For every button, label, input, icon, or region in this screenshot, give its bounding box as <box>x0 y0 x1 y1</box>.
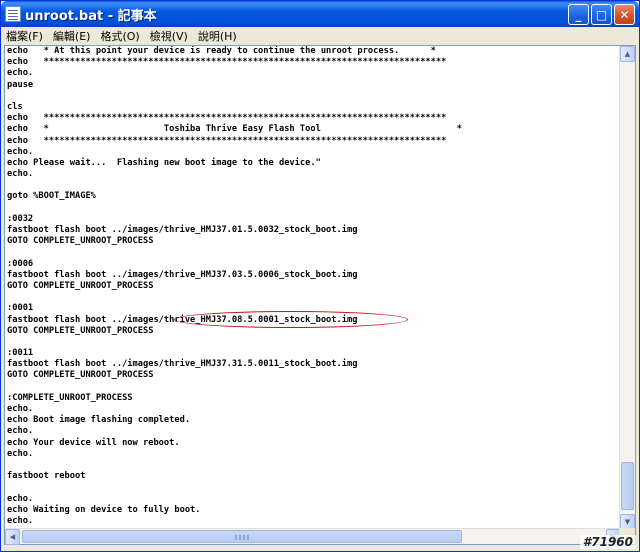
minimize-button[interactable]: _ <box>568 4 589 25</box>
text-line: echo. <box>7 493 34 504</box>
text-line: :0006 <box>7 258 34 269</box>
text-line: echo. <box>7 169 34 180</box>
text-line: GOTO COMPLETE_UNROOT_PROCESS <box>7 280 154 291</box>
horizontal-scrollbar[interactable]: ◀ ▶ <box>5 528 621 545</box>
text-editor[interactable]: echo * At this point your device is read… <box>4 45 636 545</box>
text-line: cls <box>7 101 23 112</box>
text-line <box>7 91 621 102</box>
text-line: fastboot flash boot ../images/thrive_HMJ… <box>7 269 358 280</box>
scroll-up-icon[interactable]: ▲ <box>620 46 635 62</box>
text-line <box>7 337 621 348</box>
horizontal-scroll-thumb[interactable] <box>22 530 462 543</box>
text-line: :0001 <box>7 303 34 314</box>
text-line: echo ***********************************… <box>7 135 447 146</box>
title-bar[interactable]: unroot.bat - 記事本 _ □ ✕ <box>1 1 639 27</box>
text-line: GOTO COMPLETE_UNROOT_PROCESS <box>7 325 154 336</box>
window-title: unroot.bat - 記事本 <box>25 8 157 24</box>
text-line <box>7 292 621 303</box>
text-line: goto %BOOT_IMAGE% <box>7 191 96 202</box>
text-line: GOTO COMPLETE_UNROOT_PROCESS <box>7 370 154 381</box>
text-line: GOTO COMPLETE_UNROOT_PROCESS <box>7 236 154 247</box>
text-line: echo. <box>7 146 34 157</box>
text-line: pause <box>7 79 34 90</box>
text-content[interactable]: echo * At this point your device is read… <box>5 46 621 530</box>
text-line: fastboot flash boot ../images/thrive_HMJ… <box>7 359 358 370</box>
maximize-button[interactable]: □ <box>591 4 612 25</box>
text-line <box>7 203 621 214</box>
text-line: fastboot reboot <box>7 471 86 482</box>
text-line: :0011 <box>7 348 34 359</box>
text-line: echo Your device will now reboot. <box>7 437 180 448</box>
scroll-left-icon[interactable]: ◀ <box>5 529 20 545</box>
notepad-icon[interactable] <box>5 6 21 22</box>
vertical-scroll-thumb[interactable] <box>621 462 634 510</box>
text-line <box>7 180 621 191</box>
text-line <box>7 382 621 393</box>
text-line <box>7 460 621 471</box>
watermark: #71960 <box>579 535 636 549</box>
menu-edit[interactable]: 編輯(E) <box>48 28 96 44</box>
text-line <box>7 482 621 493</box>
text-line <box>7 247 621 258</box>
text-line: echo Boot image flashing completed. <box>7 415 191 426</box>
text-line: echo. <box>7 448 34 459</box>
text-line: echo ***********************************… <box>7 113 447 124</box>
text-line: echo ***********************************… <box>7 57 447 68</box>
text-line: echo. <box>7 68 34 79</box>
text-line: echo * At this point your device is read… <box>7 46 436 56</box>
menu-help[interactable]: 說明(H) <box>193 28 242 44</box>
text-line: fastboot flash boot ../images/thrive_HMJ… <box>7 225 358 235</box>
text-line: :0032 <box>7 213 34 224</box>
text-line: echo. <box>7 404 34 414</box>
menu-file[interactable]: 檔案(F) <box>1 28 48 44</box>
menu-format[interactable]: 格式(O) <box>95 28 144 44</box>
menu-bar: 檔案(F) 編輯(E) 格式(O) 檢視(V) 說明(H) <box>1 27 639 45</box>
menu-view[interactable]: 檢視(V) <box>145 28 193 44</box>
text-line: fastboot flash boot ../images/thrive_HMJ… <box>7 314 358 325</box>
text-line: :COMPLETE_UNROOT_PROCESS <box>7 392 133 403</box>
text-line: echo Please wait... Flashing new boot im… <box>7 157 321 168</box>
text-line: echo. <box>7 515 34 526</box>
notepad-window: unroot.bat - 記事本 _ □ ✕ 檔案(F) 編輯(E) 格式(O)… <box>0 0 640 552</box>
close-button[interactable]: ✕ <box>614 4 635 25</box>
text-line: echo * Toshiba Thrive Easy Flash Tool * <box>7 124 463 135</box>
vertical-scrollbar[interactable]: ▲ ▼ <box>619 46 635 530</box>
text-line: echo. <box>7 426 34 437</box>
text-line: echo Waiting on device to fully boot. <box>7 504 201 515</box>
